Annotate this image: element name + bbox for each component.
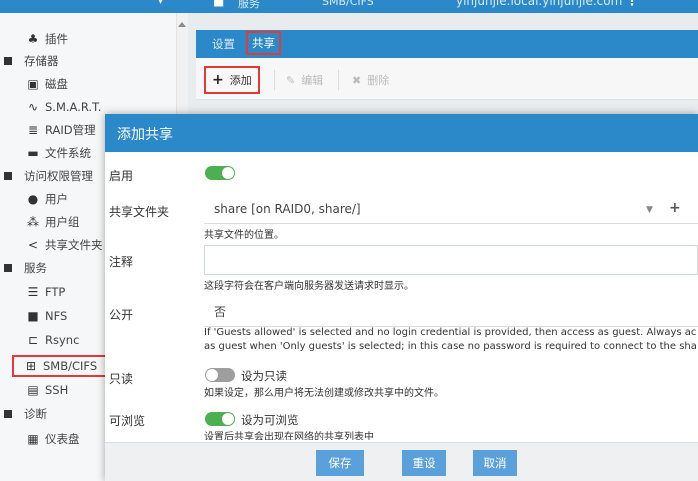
tab-settings[interactable]: 设置 (212, 36, 235, 52)
pencil-icon: ✎ (286, 73, 296, 87)
comment-hint: 这段字符会在客户端向服务器发送请求时显示。 (204, 281, 414, 292)
sidebar-item-label: RAID管理 (45, 123, 96, 137)
sidebar-item-disks[interactable]: ▣ 磁盘 (0, 73, 176, 95)
edit-button-label: 编辑 (301, 74, 324, 87)
enabled-toggle[interactable] (205, 166, 235, 180)
collapse-icon (4, 172, 12, 180)
chevron-down-icon[interactable]: ▾ (158, 0, 163, 7)
shared-folder-hint: 共享文件的位置。 (204, 230, 284, 241)
browseable-toggle-text: 设为可浏览 (241, 413, 299, 427)
dialog-title: 添加共享 (117, 127, 173, 143)
add-button[interactable]: + 添加 (204, 66, 260, 94)
pulse-icon: ∿ (27, 100, 39, 114)
terminal-icon: ▤ (27, 383, 39, 397)
sidebar-item-label: 文件系统 (45, 146, 91, 160)
sidebar-item-label: NFS (45, 309, 68, 323)
browseable-label: 可浏览 (109, 414, 146, 428)
menu-icon[interactable]: ⋮ (626, 0, 638, 8)
breadcrumb-services[interactable]: 服务 (238, 0, 260, 11)
delete-button[interactable]: ✖ 删除 (348, 68, 393, 92)
dialog-header: 添加共享 (105, 114, 698, 152)
dialog-footer: 保存 重设 取消 (105, 442, 698, 481)
home-icon[interactable]: ■ (213, 0, 224, 8)
collapse-icon (4, 264, 12, 272)
readonly-hint: 如果设定，那么用户将无法创建或修改共享中的文件。 (204, 388, 444, 399)
sidebar-item-label: Rsync (45, 333, 80, 347)
rsync-icon: ⊏ (27, 333, 39, 347)
sidebar-item-label: 磁盘 (45, 77, 68, 91)
readonly-label: 只读 (109, 372, 134, 386)
toolbar-divider (338, 70, 339, 90)
sidebar-item-label: 插件 (45, 32, 68, 46)
reset-button[interactable]: 重设 (402, 450, 446, 476)
collapse-icon (4, 57, 12, 65)
collapse-icon (4, 410, 12, 418)
readonly-toggle[interactable] (205, 368, 235, 382)
edit-button[interactable]: ✎ 编辑 (282, 68, 327, 92)
chevron-down-icon[interactable]: ▼ (646, 205, 653, 215)
sidebar-item-label: 用户组 (45, 215, 80, 229)
sidebar-item-label: FTP (45, 285, 66, 299)
main-toolbar: + 添加 ✎ 编辑 ✖ 删除 (196, 58, 698, 100)
plus-icon: + (212, 72, 224, 88)
sidebar-category-label: 访问权限管理 (24, 169, 93, 183)
sidebar-category-storage[interactable]: 存储器 (0, 50, 176, 72)
add-folder-icon[interactable]: + (669, 200, 681, 216)
folder-icon: ▬ (27, 146, 39, 160)
browseable-hint: 设置后共享会出现在网络的共享列表中 (204, 432, 374, 440)
share-icon: < (27, 238, 39, 252)
sidebar-item-smb[interactable]: ⊞ SMB/CIFS (12, 355, 108, 377)
user-icon: ● (27, 192, 39, 206)
puzzle-icon: ♣ (27, 32, 39, 46)
dashboard-icon: ▦ (27, 432, 39, 446)
database-icon: ≣ (27, 123, 39, 137)
disk-icon: ▣ (27, 77, 39, 91)
tab-shares[interactable]: 共享 (246, 31, 281, 55)
cancel-button[interactable]: 取消 (473, 450, 517, 476)
top-bar: ▾ ■ 服务 SMB/CIFS yinjunjie.local.yinjunji… (0, 0, 698, 13)
sidebar-category-label: 服务 (24, 261, 47, 275)
shared-folder-select[interactable]: share [on RAID0, share/] (204, 194, 698, 224)
users-icon: ⁂ (27, 215, 39, 229)
readonly-toggle-text: 设为只读 (241, 369, 287, 383)
comment-input[interactable] (204, 245, 698, 275)
ftp-icon: ☰ (27, 285, 39, 299)
scroll-up-icon[interactable] (178, 22, 186, 27)
public-value: 否 (214, 305, 227, 319)
sidebar-category-label: 存储器 (24, 54, 59, 68)
add-button-label: 添加 (229, 74, 252, 87)
shared-folder-label: 共享文件夹 (109, 205, 170, 219)
sidebar-category-label: 诊断 (24, 407, 47, 421)
enabled-label: 启用 (109, 169, 134, 183)
delete-button-label: 删除 (367, 74, 390, 87)
sidebar-item-label: SMB/CIFS (43, 359, 98, 373)
nfs-icon: ■ (27, 309, 39, 323)
save-button[interactable]: 保存 (316, 450, 364, 476)
public-hint-line-2: as guest when 'Only guests' is selected;… (204, 341, 697, 352)
sidebar-item-label: 仪表盘 (45, 432, 80, 446)
close-icon: ✖ (352, 73, 362, 87)
public-label: 公开 (109, 308, 134, 322)
sidebar-item-label: 共享文件夹 (45, 238, 103, 252)
sidebar-item-label: SSH (45, 383, 69, 397)
breadcrumb-smb[interactable]: SMB/CIFS (322, 0, 374, 8)
main-tabs: 设置 共享 (196, 30, 698, 58)
hostname: yinjunjie.local.yinjunjie.com (456, 0, 623, 8)
toolbar-divider (274, 70, 275, 90)
windows-icon: ⊞ (25, 359, 37, 373)
public-hint-line-1: If 'Guests allowed' is selected and no l… (204, 327, 697, 338)
browseable-toggle[interactable] (205, 412, 235, 426)
shared-folder-value: share [on RAID0, share/] (214, 201, 361, 216)
comment-label: 注释 (109, 255, 134, 269)
add-share-dialog: 添加共享 启用 共享文件夹 share [on RAID0, share/] ▼… (105, 114, 698, 481)
sidebar-item-label: S.M.A.R.T. (45, 100, 102, 114)
sidebar-item-plugins[interactable]: ♣ 插件 (0, 28, 176, 50)
sidebar-item-label: 用户 (45, 192, 68, 206)
public-select[interactable]: 否 (204, 297, 698, 327)
